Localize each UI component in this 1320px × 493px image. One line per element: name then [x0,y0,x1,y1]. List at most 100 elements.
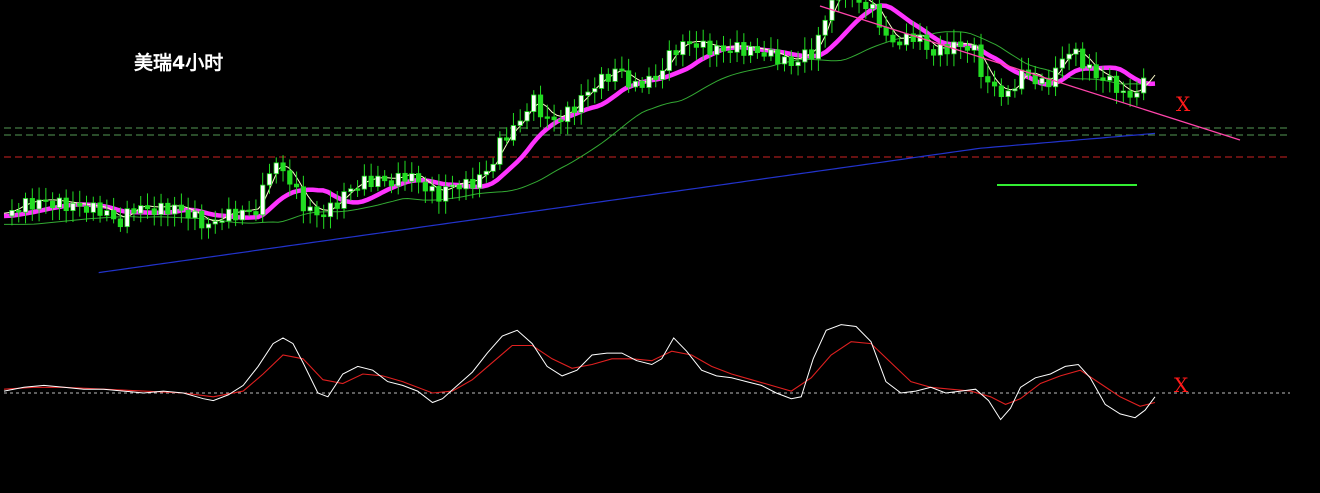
candle-body [1059,58,1065,69]
candle-body [551,116,557,121]
candle-body [809,49,815,60]
candle-body [998,85,1004,98]
candle-body [571,106,578,113]
candle-body [409,173,415,182]
candle-body [199,210,205,229]
candle-body [991,81,998,87]
candle-body [138,205,144,214]
candle-body [1113,75,1120,93]
candle-body [693,43,700,48]
candle-body [388,180,395,187]
candle-body [598,73,605,89]
candle-body [890,34,896,43]
oscillator-fast-line [3,324,1156,421]
candle-body [517,120,523,126]
candle-body [9,210,15,217]
candle-body [43,199,49,202]
candle-body [958,41,964,47]
candle-body [246,209,252,213]
candle-body [1100,77,1106,81]
candle-body [714,45,720,56]
candle-body [788,56,794,67]
candle-body [117,218,123,228]
price-chart-stage: 美瑞4小时 X X [0,0,1320,489]
candle-body [293,183,300,188]
candle-body [456,184,462,190]
candle-body [449,184,456,188]
candle-body [795,61,801,67]
candle-body [205,223,212,229]
candle-body [761,52,767,57]
candle-body [687,41,693,45]
candle-body [348,188,354,193]
candle-body [382,175,388,182]
candle-body [578,95,584,113]
candle-body [1012,88,1018,92]
candle-body [253,211,259,216]
candle-body [531,94,537,112]
candle-body [653,75,659,80]
candle-body [1127,90,1133,98]
candle-body [226,208,232,222]
candle-body [666,50,672,72]
candle-body [327,202,334,218]
candle-body [300,186,306,212]
candle-body [592,88,598,93]
candle-body [612,68,618,82]
candle-body [924,34,930,50]
candle-body [463,178,469,190]
candle-body [151,208,157,215]
candle-body [544,116,550,119]
candle-body [734,42,740,53]
candle-body [131,208,137,214]
candle-body [63,197,69,212]
candle-body [334,202,340,209]
candle-body [415,173,422,183]
candle-body [232,208,239,221]
candle-body [720,45,727,52]
candle-body [632,80,639,88]
candle-body [605,73,611,82]
candle-body [497,137,503,165]
candle-body [422,181,428,192]
candle-body [212,220,218,225]
candle-body [1107,75,1113,81]
candle-body [565,106,571,123]
candle-body [802,49,808,63]
candle-body [680,41,686,56]
candle-body [158,202,164,215]
candle-body [266,173,273,186]
candle-body [239,209,245,221]
candle-body [1005,90,1011,98]
candle-body [897,41,903,46]
candle-body [971,44,977,51]
candle-body [510,125,517,141]
candle-body [483,170,489,176]
candle-body [429,186,435,192]
candle-body [361,175,367,190]
candle-body [16,210,22,213]
candle-body [97,202,103,216]
upper-x-marker: X [1176,92,1191,116]
candle-body [368,175,374,188]
candle-body [273,162,279,175]
candle-body [192,210,198,219]
candle-body [863,1,869,10]
candle-body [165,202,171,215]
candle-body [36,199,42,210]
candle-body [172,204,178,215]
candle-body [402,172,408,182]
candle-body [775,49,781,65]
candle-body [673,50,679,56]
candle-body [314,206,320,216]
candle-body [1141,77,1147,94]
candle-body [178,204,184,211]
descending-trendline [819,5,1241,141]
candle-body [56,197,63,209]
candle-body [341,191,347,209]
candle-body [1120,90,1126,93]
candle-body [537,94,544,118]
candle-body [90,202,96,213]
candle-body [22,198,29,213]
candle-body [476,174,483,189]
